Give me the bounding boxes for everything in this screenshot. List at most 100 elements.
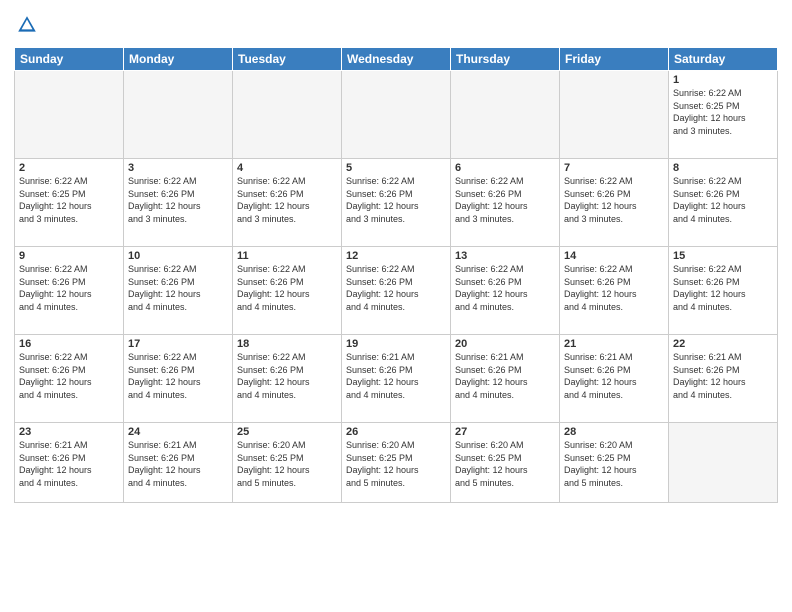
day-cell bbox=[451, 71, 560, 159]
day-cell: 26Sunrise: 6:20 AM Sunset: 6:25 PM Dayli… bbox=[342, 423, 451, 503]
day-info: Sunrise: 6:22 AM Sunset: 6:26 PM Dayligh… bbox=[673, 175, 773, 225]
day-cell: 20Sunrise: 6:21 AM Sunset: 6:26 PM Dayli… bbox=[451, 335, 560, 423]
day-number: 7 bbox=[564, 162, 664, 174]
day-cell: 28Sunrise: 6:20 AM Sunset: 6:25 PM Dayli… bbox=[560, 423, 669, 503]
day-cell bbox=[233, 71, 342, 159]
day-info: Sunrise: 6:20 AM Sunset: 6:25 PM Dayligh… bbox=[346, 439, 446, 489]
day-number: 13 bbox=[455, 250, 555, 262]
day-number: 5 bbox=[346, 162, 446, 174]
day-cell: 16Sunrise: 6:22 AM Sunset: 6:26 PM Dayli… bbox=[15, 335, 124, 423]
day-number: 27 bbox=[455, 426, 555, 438]
day-cell: 8Sunrise: 6:22 AM Sunset: 6:26 PM Daylig… bbox=[669, 159, 778, 247]
page: SundayMondayTuesdayWednesdayThursdayFrid… bbox=[0, 0, 792, 612]
day-number: 3 bbox=[128, 162, 228, 174]
header bbox=[14, 10, 778, 41]
day-info: Sunrise: 6:21 AM Sunset: 6:26 PM Dayligh… bbox=[128, 439, 228, 489]
day-cell: 25Sunrise: 6:20 AM Sunset: 6:25 PM Dayli… bbox=[233, 423, 342, 503]
day-number: 19 bbox=[346, 338, 446, 350]
day-number: 9 bbox=[19, 250, 119, 262]
day-cell: 23Sunrise: 6:21 AM Sunset: 6:26 PM Dayli… bbox=[15, 423, 124, 503]
day-cell bbox=[15, 71, 124, 159]
day-cell: 22Sunrise: 6:21 AM Sunset: 6:26 PM Dayli… bbox=[669, 335, 778, 423]
day-info: Sunrise: 6:20 AM Sunset: 6:25 PM Dayligh… bbox=[564, 439, 664, 489]
logo-icon bbox=[16, 14, 38, 36]
day-cell: 4Sunrise: 6:22 AM Sunset: 6:26 PM Daylig… bbox=[233, 159, 342, 247]
day-info: Sunrise: 6:21 AM Sunset: 6:26 PM Dayligh… bbox=[19, 439, 119, 489]
day-number: 28 bbox=[564, 426, 664, 438]
day-number: 4 bbox=[237, 162, 337, 174]
day-info: Sunrise: 6:22 AM Sunset: 6:26 PM Dayligh… bbox=[346, 175, 446, 225]
day-number: 24 bbox=[128, 426, 228, 438]
day-cell: 10Sunrise: 6:22 AM Sunset: 6:26 PM Dayli… bbox=[124, 247, 233, 335]
weekday-header-wednesday: Wednesday bbox=[342, 48, 451, 71]
day-info: Sunrise: 6:22 AM Sunset: 6:26 PM Dayligh… bbox=[19, 263, 119, 313]
day-cell: 9Sunrise: 6:22 AM Sunset: 6:26 PM Daylig… bbox=[15, 247, 124, 335]
week-row-2: 9Sunrise: 6:22 AM Sunset: 6:26 PM Daylig… bbox=[15, 247, 778, 335]
day-cell: 17Sunrise: 6:22 AM Sunset: 6:26 PM Dayli… bbox=[124, 335, 233, 423]
day-info: Sunrise: 6:22 AM Sunset: 6:26 PM Dayligh… bbox=[237, 263, 337, 313]
day-info: Sunrise: 6:21 AM Sunset: 6:26 PM Dayligh… bbox=[673, 351, 773, 401]
day-number: 10 bbox=[128, 250, 228, 262]
day-cell: 11Sunrise: 6:22 AM Sunset: 6:26 PM Dayli… bbox=[233, 247, 342, 335]
day-info: Sunrise: 6:22 AM Sunset: 6:26 PM Dayligh… bbox=[673, 263, 773, 313]
day-cell: 13Sunrise: 6:22 AM Sunset: 6:26 PM Dayli… bbox=[451, 247, 560, 335]
day-info: Sunrise: 6:22 AM Sunset: 6:26 PM Dayligh… bbox=[237, 175, 337, 225]
weekday-header-saturday: Saturday bbox=[669, 48, 778, 71]
day-cell: 5Sunrise: 6:22 AM Sunset: 6:26 PM Daylig… bbox=[342, 159, 451, 247]
day-number: 20 bbox=[455, 338, 555, 350]
week-row-1: 2Sunrise: 6:22 AM Sunset: 6:25 PM Daylig… bbox=[15, 159, 778, 247]
day-cell: 27Sunrise: 6:20 AM Sunset: 6:25 PM Dayli… bbox=[451, 423, 560, 503]
day-cell: 1Sunrise: 6:22 AM Sunset: 6:25 PM Daylig… bbox=[669, 71, 778, 159]
day-info: Sunrise: 6:22 AM Sunset: 6:26 PM Dayligh… bbox=[128, 263, 228, 313]
day-info: Sunrise: 6:22 AM Sunset: 6:25 PM Dayligh… bbox=[19, 175, 119, 225]
day-number: 17 bbox=[128, 338, 228, 350]
calendar: SundayMondayTuesdayWednesdayThursdayFrid… bbox=[14, 47, 778, 503]
day-cell: 24Sunrise: 6:21 AM Sunset: 6:26 PM Dayli… bbox=[124, 423, 233, 503]
day-number: 6 bbox=[455, 162, 555, 174]
day-number: 11 bbox=[237, 250, 337, 262]
day-cell: 14Sunrise: 6:22 AM Sunset: 6:26 PM Dayli… bbox=[560, 247, 669, 335]
day-info: Sunrise: 6:22 AM Sunset: 6:25 PM Dayligh… bbox=[673, 87, 773, 137]
day-number: 22 bbox=[673, 338, 773, 350]
day-cell bbox=[560, 71, 669, 159]
day-info: Sunrise: 6:22 AM Sunset: 6:26 PM Dayligh… bbox=[564, 263, 664, 313]
day-number: 23 bbox=[19, 426, 119, 438]
weekday-header-tuesday: Tuesday bbox=[233, 48, 342, 71]
day-info: Sunrise: 6:22 AM Sunset: 6:26 PM Dayligh… bbox=[455, 263, 555, 313]
day-info: Sunrise: 6:22 AM Sunset: 6:26 PM Dayligh… bbox=[19, 351, 119, 401]
day-info: Sunrise: 6:22 AM Sunset: 6:26 PM Dayligh… bbox=[128, 175, 228, 225]
day-number: 16 bbox=[19, 338, 119, 350]
day-number: 21 bbox=[564, 338, 664, 350]
day-cell: 15Sunrise: 6:22 AM Sunset: 6:26 PM Dayli… bbox=[669, 247, 778, 335]
day-info: Sunrise: 6:22 AM Sunset: 6:26 PM Dayligh… bbox=[346, 263, 446, 313]
day-number: 18 bbox=[237, 338, 337, 350]
day-info: Sunrise: 6:22 AM Sunset: 6:26 PM Dayligh… bbox=[455, 175, 555, 225]
day-cell: 12Sunrise: 6:22 AM Sunset: 6:26 PM Dayli… bbox=[342, 247, 451, 335]
logo bbox=[14, 14, 40, 41]
week-row-4: 23Sunrise: 6:21 AM Sunset: 6:26 PM Dayli… bbox=[15, 423, 778, 503]
day-number: 12 bbox=[346, 250, 446, 262]
day-info: Sunrise: 6:21 AM Sunset: 6:26 PM Dayligh… bbox=[564, 351, 664, 401]
day-number: 1 bbox=[673, 74, 773, 86]
day-info: Sunrise: 6:21 AM Sunset: 6:26 PM Dayligh… bbox=[346, 351, 446, 401]
day-number: 26 bbox=[346, 426, 446, 438]
day-info: Sunrise: 6:22 AM Sunset: 6:26 PM Dayligh… bbox=[564, 175, 664, 225]
weekday-header-row: SundayMondayTuesdayWednesdayThursdayFrid… bbox=[15, 48, 778, 71]
weekday-header-monday: Monday bbox=[124, 48, 233, 71]
day-cell: 18Sunrise: 6:22 AM Sunset: 6:26 PM Dayli… bbox=[233, 335, 342, 423]
day-cell bbox=[669, 423, 778, 503]
day-info: Sunrise: 6:22 AM Sunset: 6:26 PM Dayligh… bbox=[237, 351, 337, 401]
day-number: 2 bbox=[19, 162, 119, 174]
day-number: 15 bbox=[673, 250, 773, 262]
day-info: Sunrise: 6:21 AM Sunset: 6:26 PM Dayligh… bbox=[455, 351, 555, 401]
week-row-0: 1Sunrise: 6:22 AM Sunset: 6:25 PM Daylig… bbox=[15, 71, 778, 159]
day-cell: 2Sunrise: 6:22 AM Sunset: 6:25 PM Daylig… bbox=[15, 159, 124, 247]
week-row-3: 16Sunrise: 6:22 AM Sunset: 6:26 PM Dayli… bbox=[15, 335, 778, 423]
day-cell bbox=[342, 71, 451, 159]
day-cell: 6Sunrise: 6:22 AM Sunset: 6:26 PM Daylig… bbox=[451, 159, 560, 247]
day-cell: 7Sunrise: 6:22 AM Sunset: 6:26 PM Daylig… bbox=[560, 159, 669, 247]
weekday-header-sunday: Sunday bbox=[15, 48, 124, 71]
day-number: 8 bbox=[673, 162, 773, 174]
day-number: 14 bbox=[564, 250, 664, 262]
day-info: Sunrise: 6:20 AM Sunset: 6:25 PM Dayligh… bbox=[455, 439, 555, 489]
